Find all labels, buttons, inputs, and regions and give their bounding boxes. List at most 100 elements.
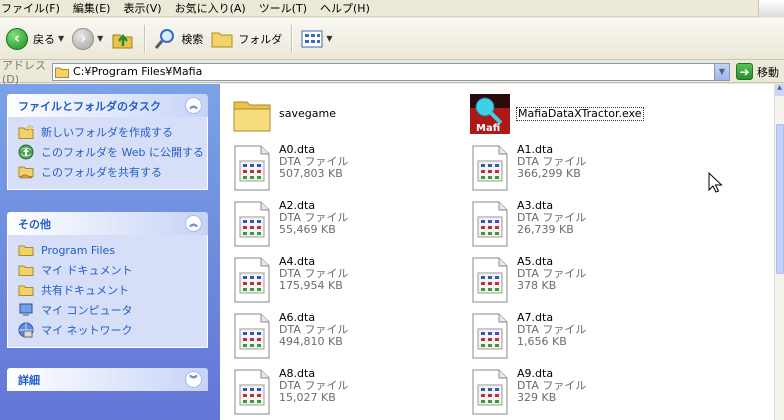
panel-header[interactable]: ファイルとフォルダのタスク ︽ xyxy=(7,94,208,117)
vertical-scrollbar[interactable]: ▲ xyxy=(774,84,784,420)
menu-file[interactable]: ファイル(F) xyxy=(0,0,68,16)
folders-icon xyxy=(211,32,233,47)
file-info: A2.dta DTA ファイル 55,469 KB xyxy=(279,200,348,236)
file-item[interactable]: A5.dta DTA ファイル 378 KB xyxy=(470,256,586,304)
panel-body: Program Files マイ ドキュメント 共有ドキュメント マイ コンピュ… xyxy=(7,235,208,348)
file-icon xyxy=(234,145,270,191)
place-label: マイ コンピュータ xyxy=(41,304,133,317)
file-item[interactable]: Mafi MafiaDataXTractor.exe xyxy=(470,90,644,138)
file-info: A7.dta DTA ファイル 1,656 KB xyxy=(517,312,586,348)
file-folder-tasks-panel: ファイルとフォルダのタスク ︽ 新しいフォルダを作成する このフォルダを Web… xyxy=(7,94,208,190)
place-my-computer[interactable]: マイ コンピュータ xyxy=(18,300,207,320)
folder-icon xyxy=(55,67,69,78)
place-label: マイ ドキュメント xyxy=(41,264,133,277)
file-size: 55,469 KB xyxy=(279,223,336,236)
folders-button[interactable]: フォルダ xyxy=(207,23,286,55)
file-info: A1.dta DTA ファイル 366,299 KB xyxy=(517,144,586,180)
file-item[interactable]: A6.dta DTA ファイル 494,810 KB xyxy=(232,312,348,360)
app-icon: Mafi xyxy=(470,94,510,134)
folder-icon xyxy=(18,245,34,256)
windows-logo-icon xyxy=(758,0,784,17)
file-info: A4.dta DTA ファイル 175,954 KB xyxy=(279,256,348,292)
new-folder-icon xyxy=(18,124,34,139)
file-item[interactable]: A9.dta DTA ファイル 329 KB xyxy=(470,368,586,416)
go-button[interactable]: ➔ 移動 xyxy=(736,63,779,80)
place-program-files[interactable]: Program Files xyxy=(18,240,207,260)
menu-bar: ファイル(F) 編集(E) 表示(V) お気に入り(A) ツール(T) ヘルプ(… xyxy=(0,0,784,17)
file-item[interactable]: A3.dta DTA ファイル 26,739 KB xyxy=(470,200,586,248)
computer-icon xyxy=(19,303,33,316)
file-item[interactable]: A0.dta DTA ファイル 507,803 KB xyxy=(232,144,348,192)
address-label: アドレス(D) xyxy=(2,59,46,86)
file-name: savegame xyxy=(279,107,336,120)
collapse-icon[interactable]: ︽ xyxy=(185,97,202,114)
menu-tools[interactable]: ツール(T) xyxy=(258,0,315,16)
back-button[interactable]: ‹ 戻る ▼ xyxy=(2,23,68,55)
file-info: A8.dta DTA ファイル 15,027 KB xyxy=(279,368,348,404)
forward-arrow-icon: › xyxy=(72,27,95,50)
file-icon xyxy=(472,313,508,359)
views-button[interactable]: ▼ xyxy=(297,23,336,55)
file-size: 26,739 KB xyxy=(517,223,574,236)
file-icon xyxy=(472,145,508,191)
file-size: 1,656 KB xyxy=(517,335,567,348)
address-input[interactable]: C:¥Program Files¥Mafia ▼ xyxy=(52,62,730,81)
file-item[interactable]: A8.dta DTA ファイル 15,027 KB xyxy=(232,368,348,416)
go-label: 移動 xyxy=(757,65,779,79)
panel-title: ファイルとフォルダのタスク xyxy=(18,99,161,113)
menu-view[interactable]: 表示(V) xyxy=(122,0,169,16)
collapse-icon[interactable]: ︽ xyxy=(185,215,202,232)
file-info: A9.dta DTA ファイル 329 KB xyxy=(517,368,586,404)
up-folder-icon xyxy=(112,33,133,48)
file-info: A0.dta DTA ファイル 507,803 KB xyxy=(279,144,348,180)
panel-header[interactable]: その他 ︽ xyxy=(7,212,208,235)
file-icon xyxy=(234,201,270,247)
place-my-documents[interactable]: マイ ドキュメント xyxy=(18,260,207,280)
panel-header[interactable]: 詳細 ︾ xyxy=(7,368,208,391)
file-size: 15,027 KB xyxy=(279,391,336,404)
file-item[interactable]: A2.dta DTA ファイル 55,469 KB xyxy=(232,200,348,248)
forward-dropdown-icon[interactable]: ▼ xyxy=(97,34,103,43)
file-item[interactable]: A7.dta DTA ファイル 1,656 KB xyxy=(470,312,586,360)
scroll-thumb[interactable] xyxy=(776,124,784,274)
folder-icon xyxy=(233,101,271,132)
file-icon xyxy=(472,201,508,247)
file-size: 378 KB xyxy=(517,279,557,292)
task-label: このフォルダを共有する xyxy=(41,166,162,179)
toolbar: ‹ 戻る ▼ › ▼ 検索 フォルダ ▼ xyxy=(0,18,784,60)
file-item[interactable]: A4.dta DTA ファイル 175,954 KB xyxy=(232,256,348,304)
search-button[interactable]: 検索 xyxy=(150,23,207,55)
other-places-panel: その他 ︽ Program Files マイ ドキュメント 共有ドキュメント マ… xyxy=(7,212,208,348)
file-size: 329 KB xyxy=(517,391,557,404)
address-value: C:¥Program Files¥Mafia xyxy=(73,65,203,78)
expand-icon[interactable]: ︾ xyxy=(185,371,202,388)
task-label: 新しいフォルダを作成する xyxy=(41,126,173,139)
forward-button[interactable]: › ▼ xyxy=(68,23,107,55)
up-folder-button[interactable] xyxy=(107,23,139,55)
back-dropdown-icon[interactable]: ▼ xyxy=(58,34,64,43)
place-my-network[interactable]: マイ ネットワーク xyxy=(18,320,207,340)
go-arrow-icon: ➔ xyxy=(736,63,753,80)
back-arrow-icon: ‹ xyxy=(6,27,28,50)
file-icon xyxy=(234,257,270,303)
file-item[interactable]: savegame xyxy=(232,90,336,138)
folders-label: フォルダ xyxy=(238,32,283,46)
menu-help[interactable]: ヘルプ(H) xyxy=(319,0,378,16)
task-publish-web[interactable]: このフォルダを Web に公開する xyxy=(18,142,207,162)
place-shared-documents[interactable]: 共有ドキュメント xyxy=(18,280,207,300)
address-bar: アドレス(D) C:¥Program Files¥Mafia ▼ ➔ 移動 xyxy=(0,59,784,86)
file-size: 366,299 KB xyxy=(517,167,581,180)
scroll-up-icon[interactable]: ▲ xyxy=(775,84,784,96)
task-share-folder[interactable]: このフォルダを共有する xyxy=(18,162,207,182)
file-icon xyxy=(472,257,508,303)
address-dropdown-icon[interactable]: ▼ xyxy=(714,63,729,80)
task-pane: ファイルとフォルダのタスク ︽ 新しいフォルダを作成する このフォルダを Web… xyxy=(0,84,220,420)
file-info: MafiaDataXTractor.exe xyxy=(516,107,644,121)
file-item[interactable]: A1.dta DTA ファイル 366,299 KB xyxy=(470,144,586,192)
task-new-folder[interactable]: 新しいフォルダを作成する xyxy=(18,122,207,142)
place-label: Program Files xyxy=(41,243,116,257)
views-dropdown-icon: ▼ xyxy=(326,34,333,43)
menu-edit[interactable]: 編集(E) xyxy=(72,0,119,16)
file-icon xyxy=(234,369,270,415)
menu-favorites[interactable]: お気に入り(A) xyxy=(174,0,254,16)
